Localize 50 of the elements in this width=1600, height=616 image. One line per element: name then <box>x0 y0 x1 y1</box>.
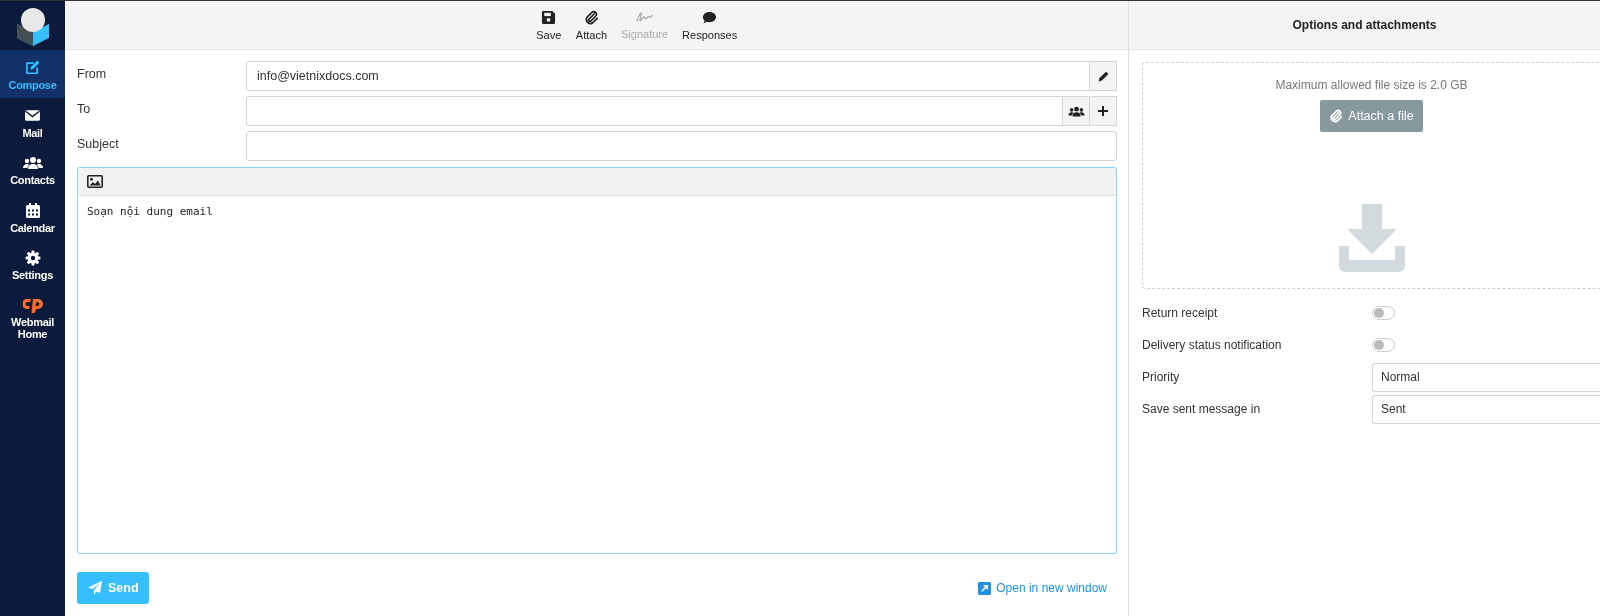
option-label: Delivery status notification <box>1142 338 1283 352</box>
input-field[interactable]: info@vietnixdocs.com <box>246 61 1090 91</box>
sidebar-item[interactable]: Calendar <box>0 193 65 241</box>
field-label: To <box>77 101 92 116</box>
option-label: Priority <box>1142 370 1181 384</box>
sidebar-item[interactable]: Contacts <box>0 146 65 193</box>
users-icon <box>1067 104 1085 118</box>
message-body-field[interactable]: Soạn nội dung email <box>77 196 1117 554</box>
input-field[interactable] <box>246 131 1117 161</box>
users-icon <box>22 155 43 171</box>
paperclip-icon <box>1329 109 1344 123</box>
toggle-switch[interactable] <box>1372 306 1395 320</box>
dropdown-field[interactable]: Normal <box>1372 362 1600 392</box>
settings-icon <box>24 250 41 266</box>
speech-bubble-icon <box>702 9 718 25</box>
toolbar-button[interactable]: Save <box>529 5 568 45</box>
cpanel-logo-icon <box>22 297 43 313</box>
dropdown-field[interactable]: Sent <box>1372 394 1600 424</box>
open-in-new-window-link[interactable]: Open in new window <box>978 581 1107 595</box>
field-label: Subject <box>77 136 120 151</box>
download-icon <box>1336 204 1407 274</box>
external-link-icon <box>978 581 992 595</box>
edit-identity-button[interactable] <box>1090 61 1117 91</box>
plus-icon <box>1097 105 1109 117</box>
toolbar-button[interactable]: Responses <box>676 5 744 45</box>
option-label: Save sent message in <box>1142 402 1262 416</box>
max-file-size-text: Maximum allowed file size is 2.0 GB <box>1275 78 1468 92</box>
sidebar-item[interactable]: Mail <box>0 98 65 146</box>
add-recipient-button[interactable] <box>1090 96 1117 126</box>
signature-icon <box>635 10 654 24</box>
paper-plane-icon <box>87 580 103 596</box>
save-icon <box>541 9 557 25</box>
field-label: From <box>77 66 108 81</box>
toggle-switch[interactable] <box>1372 338 1395 352</box>
sidebar-item[interactable]: Webmail Home <box>0 288 65 347</box>
pencil-icon <box>1096 69 1110 83</box>
envelope-icon <box>24 107 41 124</box>
image-icon <box>87 175 103 188</box>
calendar-icon <box>24 202 41 219</box>
input-field[interactable] <box>246 96 1063 126</box>
option-label: Return receipt <box>1142 306 1219 320</box>
paperclip-icon <box>583 9 599 25</box>
edit-icon <box>24 59 41 76</box>
sidebar-item[interactable]: Compose <box>0 50 65 98</box>
insert-image-button[interactable] <box>87 175 103 188</box>
file-drop-zone[interactable]: Maximum allowed file size is 2.0 GB Attach a file <box>1142 62 1600 289</box>
address-book-button[interactable] <box>1063 96 1090 126</box>
toolbar-button[interactable]: Attach <box>569 5 613 45</box>
sidebar-item[interactable]: Settings <box>0 241 65 288</box>
panel-title: Options and attachments <box>1292 18 1437 32</box>
